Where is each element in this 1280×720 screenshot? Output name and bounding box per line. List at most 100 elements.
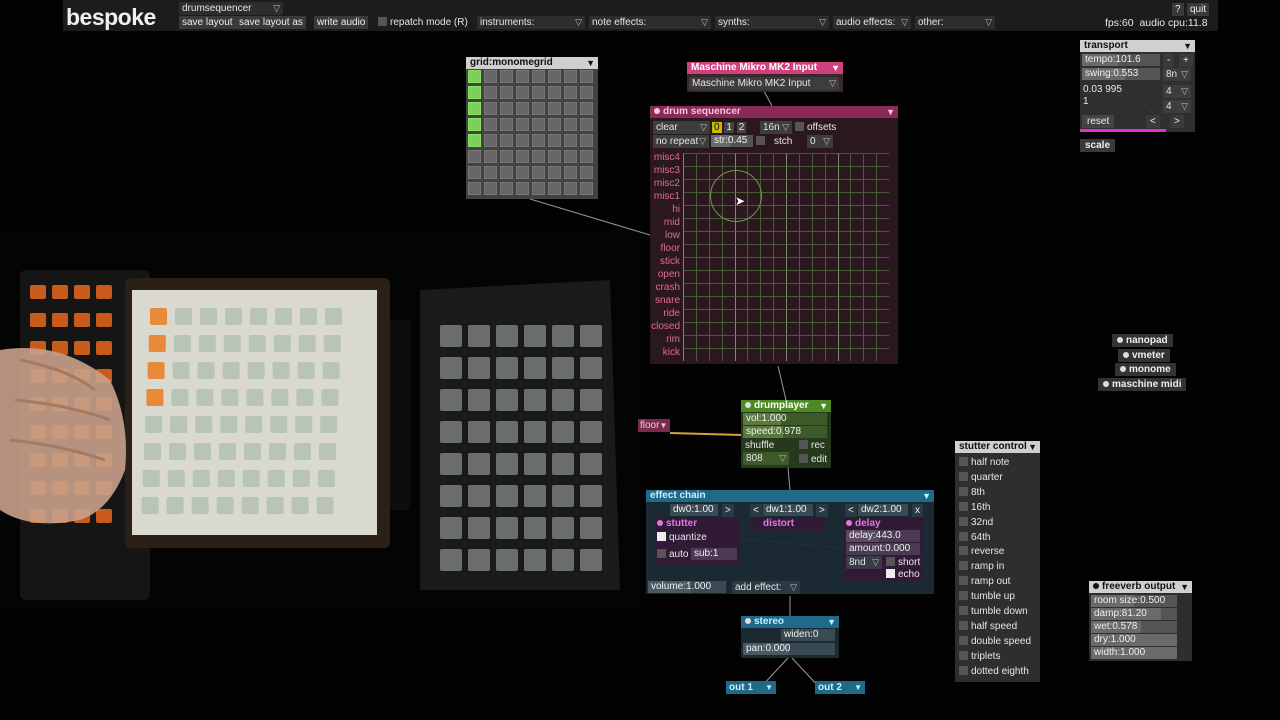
- enable-dot-icon[interactable]: [745, 402, 751, 408]
- grid-cell[interactable]: [516, 134, 529, 147]
- chevron-down-icon[interactable]: ▼: [886, 106, 895, 118]
- sequencer-step[interactable]: [683, 257, 696, 270]
- sequencer-step[interactable]: [734, 348, 748, 361]
- sequencer-step[interactable]: [798, 257, 812, 270]
- sequencer-step[interactable]: [773, 270, 786, 283]
- write-audio-button[interactable]: write audio: [314, 16, 369, 29]
- close-effect-button[interactable]: x: [912, 504, 923, 517]
- enable-dot-icon[interactable]: [754, 520, 760, 526]
- sequencer-step[interactable]: [837, 205, 851, 218]
- sequencer-step[interactable]: [837, 296, 851, 309]
- sequencer-step[interactable]: [695, 335, 709, 348]
- sequencer-step[interactable]: [876, 309, 889, 322]
- grid-cell[interactable]: [468, 70, 481, 83]
- timesig-bottom-select[interactable]: 4 ▽: [1163, 100, 1191, 113]
- sequencer-step[interactable]: [747, 153, 761, 166]
- stutter-option-checkbox[interactable]: [959, 516, 968, 526]
- sequencer-step[interactable]: [850, 179, 864, 192]
- grid-cell[interactable]: [516, 86, 529, 99]
- sequencer-step[interactable]: [837, 218, 851, 231]
- grid-cell[interactable]: [468, 166, 481, 179]
- sequencer-step[interactable]: [760, 166, 774, 179]
- grid-cell[interactable]: [500, 166, 513, 179]
- sequencer-step[interactable]: [876, 270, 889, 283]
- stutter-option-checkbox[interactable]: [959, 501, 968, 511]
- sequencer-step[interactable]: [734, 257, 748, 270]
- stereo-module[interactable]: stereo ▼ widen:0 pan:0.000: [741, 616, 839, 658]
- sequencer-step[interactable]: [786, 218, 799, 231]
- sequencer-step[interactable]: [734, 322, 748, 335]
- sequencer-step[interactable]: [760, 270, 774, 283]
- sequencer-step[interactable]: [773, 192, 786, 205]
- sequencer-step[interactable]: [773, 231, 786, 244]
- grid-cell[interactable]: [484, 102, 497, 115]
- sequencer-step[interactable]: [747, 322, 761, 335]
- chevron-down-icon[interactable]: ▼: [1183, 40, 1192, 52]
- quit-button[interactable]: quit: [1187, 3, 1210, 16]
- sequencer-step[interactable]: [786, 283, 799, 296]
- sequencer-step[interactable]: [773, 296, 786, 309]
- no-repeat-select[interactable]: no repeat ▽: [653, 135, 709, 148]
- sequencer-step[interactable]: [824, 348, 838, 361]
- grid-cell[interactable]: [532, 134, 545, 147]
- grid-cell[interactable]: [468, 134, 481, 147]
- sequencer-step[interactable]: [760, 205, 774, 218]
- short-checkbox[interactable]: [886, 557, 895, 566]
- page-2[interactable]: 2: [736, 122, 747, 133]
- sequencer-step[interactable]: [786, 192, 799, 205]
- enable-dot-icon[interactable]: [1123, 352, 1129, 358]
- sequencer-step[interactable]: [695, 218, 709, 231]
- sequencer-step[interactable]: [786, 348, 799, 361]
- sequencer-step[interactable]: [786, 270, 799, 283]
- grid-cell[interactable]: [580, 86, 593, 99]
- stutter-option[interactable]: ramp out: [959, 575, 1010, 588]
- sequencer-step[interactable]: [811, 231, 825, 244]
- sequencer-step[interactable]: [824, 192, 838, 205]
- sequencer-step[interactable]: [721, 257, 735, 270]
- note-effects-menu[interactable]: note effects: ▽: [589, 16, 711, 29]
- sequencer-step[interactable]: [773, 257, 786, 270]
- auto-checkbox[interactable]: [657, 549, 666, 558]
- quantize-toggle[interactable]: quantize: [657, 531, 707, 544]
- sequencer-step[interactable]: [747, 283, 761, 296]
- sequencer-step[interactable]: [760, 231, 774, 244]
- sequencer-step[interactable]: [695, 192, 709, 205]
- grid-cell[interactable]: [468, 118, 481, 131]
- sequencer-step[interactable]: [708, 270, 722, 283]
- sequencer-step[interactable]: [876, 335, 889, 348]
- grid-cell[interactable]: [500, 70, 513, 83]
- sequencer-step[interactable]: [863, 335, 877, 348]
- sequencer-step[interactable]: [760, 296, 774, 309]
- sequencer-step[interactable]: [811, 257, 825, 270]
- stutter-option[interactable]: double speed: [959, 635, 1031, 648]
- rec-checkbox[interactable]: [799, 440, 808, 449]
- sequencer-step[interactable]: [876, 205, 889, 218]
- sequencer-step[interactable]: [837, 322, 851, 335]
- stutter-option-checkbox[interactable]: [959, 546, 968, 556]
- stutter-option[interactable]: 32nd: [959, 516, 993, 529]
- stutter-option[interactable]: half speed: [959, 620, 1017, 633]
- width-slider[interactable]: width:1.000: [1091, 647, 1177, 659]
- sequencer-step[interactable]: [747, 218, 761, 231]
- sequencer-step[interactable]: [837, 309, 851, 322]
- sequencer-step[interactable]: [824, 322, 838, 335]
- stutter-option-checkbox[interactable]: [959, 576, 968, 586]
- sequencer-step[interactable]: [721, 335, 735, 348]
- sequencer-step[interactable]: [876, 179, 889, 192]
- sequencer-step[interactable]: [708, 335, 722, 348]
- grid-cell[interactable]: [548, 134, 561, 147]
- enable-dot-icon[interactable]: [657, 520, 663, 526]
- grid-cell[interactable]: [580, 166, 593, 179]
- clear-select[interactable]: clear ▽: [653, 121, 710, 134]
- sequencer-step[interactable]: [734, 244, 748, 257]
- sequencer-step[interactable]: [760, 309, 774, 322]
- sequencer-step[interactable]: [850, 205, 864, 218]
- sequencer-step[interactable]: [837, 348, 851, 361]
- swing-slider[interactable]: swing:0.553: [1082, 68, 1160, 80]
- stutter-option-checkbox[interactable]: [959, 650, 968, 660]
- tempo-minus-button[interactable]: -: [1163, 54, 1175, 67]
- chevron-down-icon[interactable]: ▼: [586, 57, 595, 69]
- delay-time-slider[interactable]: delay:443.0: [846, 530, 920, 542]
- sequencer-step[interactable]: [721, 153, 735, 166]
- sequencer-step[interactable]: [760, 153, 774, 166]
